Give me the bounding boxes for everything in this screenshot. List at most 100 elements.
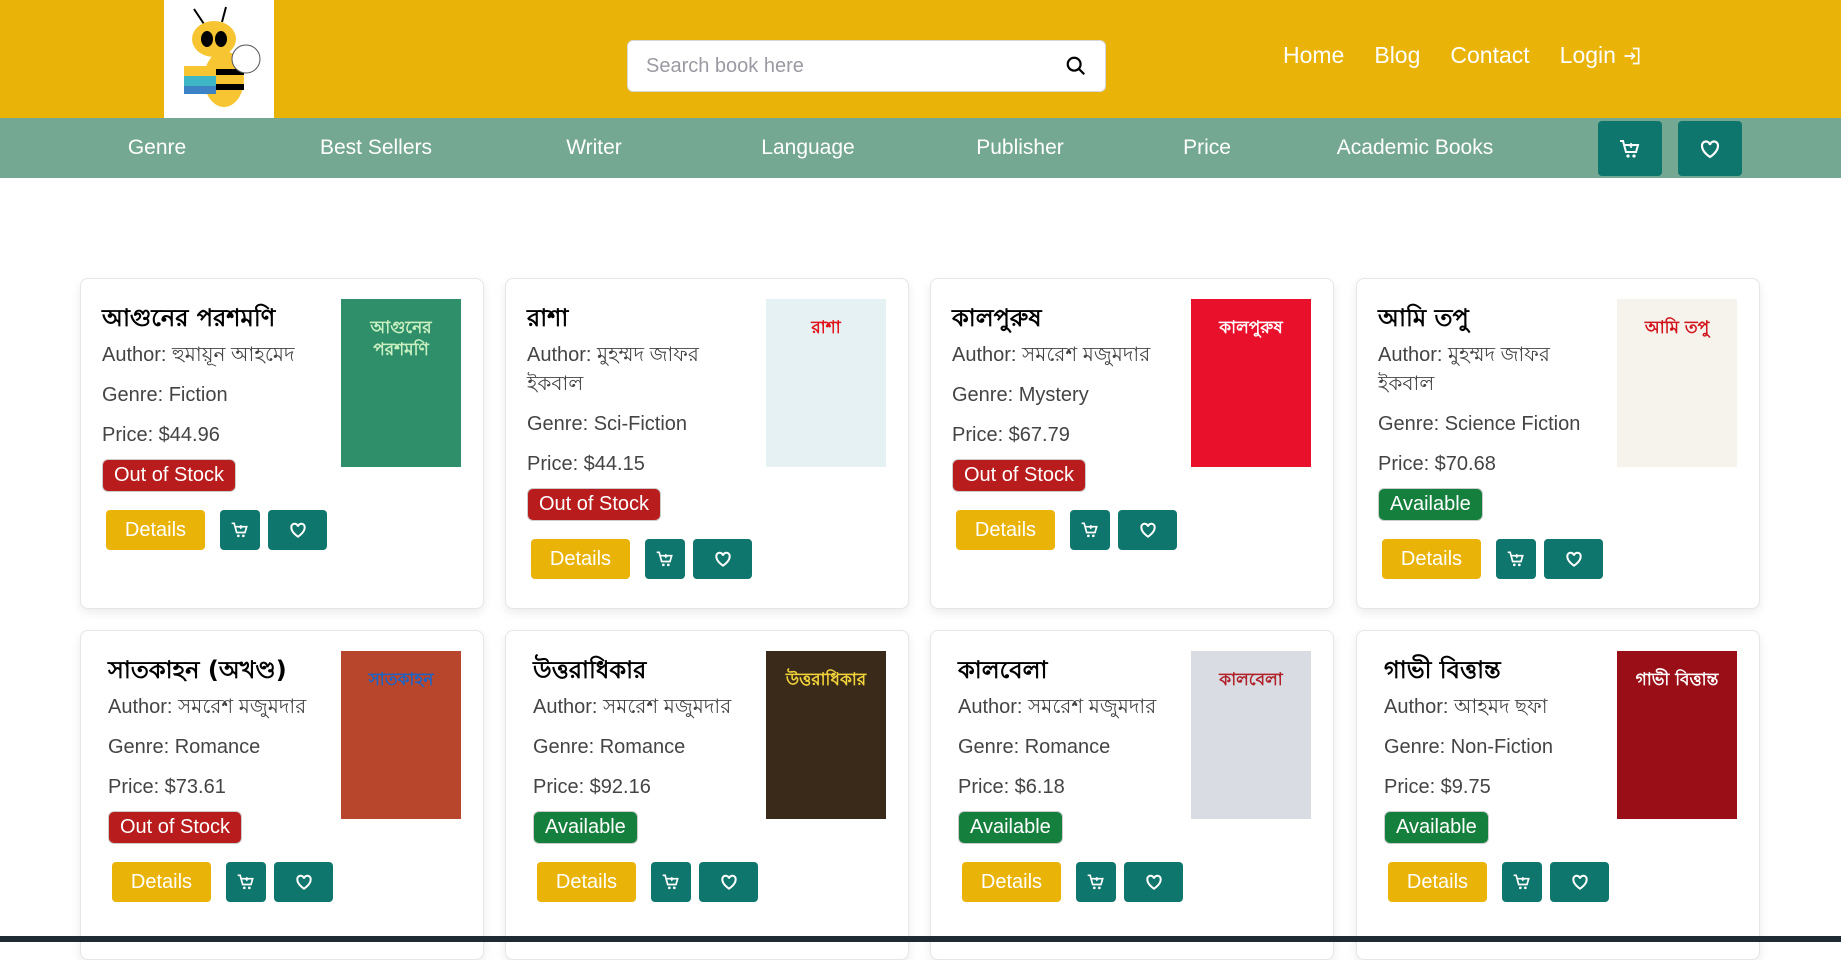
book-cover-image[interactable]: রাশা <box>766 299 886 467</box>
book-cover-image[interactable]: সাতকাহন <box>341 651 461 819</box>
details-button[interactable]: Details <box>1382 539 1481 579</box>
heart-icon <box>720 874 737 890</box>
book-title[interactable]: সাতকাহন (অখণ্ড) <box>108 653 333 687</box>
book-genre: Genre: Romance <box>533 736 686 758</box>
details-button[interactable]: Details <box>956 510 1055 550</box>
add-to-cart-button[interactable] <box>1076 862 1117 902</box>
add-to-wishlist-button[interactable] <box>1118 510 1177 550</box>
cover-title: রাশা <box>811 318 841 338</box>
book-author: Author: মুহম্মদ জাফর ইকবাল <box>1378 344 1550 395</box>
book-genre: Genre: Fiction <box>102 384 228 406</box>
book-genre: Genre: Sci-Fiction <box>527 413 688 435</box>
search-bar[interactable] <box>627 40 1106 92</box>
add-to-cart-button[interactable] <box>645 539 686 579</box>
book-cover-image[interactable]: আমি তপু <box>1617 299 1737 467</box>
book-price: Price: $44.96 <box>102 424 220 446</box>
search-input[interactable] <box>646 54 1065 78</box>
book-cover-image[interactable]: গাভী বিত্তান্ত <box>1617 651 1737 819</box>
stock-status-badge: Out of Stock <box>102 459 237 492</box>
logo[interactable] <box>164 0 274 118</box>
add-to-cart-button[interactable] <box>226 862 267 902</box>
book-author: Author: সমরেশ মজুমদার <box>108 696 307 718</box>
nav-item-best-sellers[interactable]: Best Sellers <box>320 136 432 160</box>
add-to-wishlist-button[interactable] <box>693 539 752 579</box>
book-title[interactable]: কালপুরুষ <box>952 301 1177 335</box>
book-genre: Genre: Romance <box>958 736 1111 758</box>
book-genre: Genre: Non-Fiction <box>1384 736 1553 758</box>
nav-item-writer[interactable]: Writer <box>566 136 622 160</box>
add-to-wishlist-button[interactable] <box>699 862 758 902</box>
search-icon[interactable] <box>1065 55 1087 77</box>
nav-item-language[interactable]: Language <box>761 136 854 160</box>
nav-blog-link[interactable]: Blog <box>1374 42 1420 69</box>
stock-status-badge: Available <box>1378 488 1483 521</box>
book-cover-image[interactable]: কালবেলা <box>1191 651 1311 819</box>
book-title[interactable]: কালবেলা <box>958 653 1183 687</box>
stock-status-badge: Out of Stock <box>527 488 662 521</box>
cover-title: কালবেলা <box>1219 670 1283 690</box>
book-title[interactable]: রাশা <box>527 301 752 335</box>
book-genre: Genre: Romance <box>108 736 261 758</box>
book-title[interactable]: উত্তরাধিকার <box>533 653 758 687</box>
details-button[interactable]: Details <box>537 862 636 902</box>
add-to-cart-button[interactable] <box>1070 510 1111 550</box>
book-card: গাভী বিত্তান্ত Author: আহমদ ছফা Genre: Non… <box>1356 630 1760 960</box>
stock-status-badge: Out of Stock <box>108 811 243 844</box>
stock-status-badge: Available <box>1384 811 1489 844</box>
add-to-cart-button[interactable] <box>1502 862 1543 902</box>
add-to-wishlist-button[interactable] <box>1124 862 1183 902</box>
book-cover-image[interactable]: আগুনের পরশমণি <box>341 299 461 467</box>
cart-icon <box>231 522 248 538</box>
book-cover-image[interactable]: উত্তরাধিকার <box>766 651 886 819</box>
cart-icon <box>1087 874 1104 890</box>
wishlist-button[interactable] <box>1678 121 1742 176</box>
book-card: আমি তপু Author: মুহম্মদ জাফর ইকবাল Genre: … <box>1356 278 1760 609</box>
login-icon <box>1624 47 1640 64</box>
heart-icon <box>1700 139 1720 158</box>
login-label: Login <box>1559 42 1616 68</box>
cart-button[interactable] <box>1598 121 1662 176</box>
nav-item-genre[interactable]: Genre <box>128 136 186 160</box>
book-title[interactable]: গাভী বিত্তান্ত <box>1384 653 1609 687</box>
add-to-cart-button[interactable] <box>220 510 261 550</box>
add-to-cart-button[interactable] <box>1496 539 1537 579</box>
add-to-wishlist-button[interactable] <box>274 862 333 902</box>
stock-status-badge: Out of Stock <box>952 459 1087 492</box>
nav-item-academic-books[interactable]: Academic Books <box>1337 136 1493 160</box>
book-cover-image[interactable]: কালপুরুষ <box>1191 299 1311 467</box>
book-price: Price: $73.61 <box>108 776 226 798</box>
book-price: Price: $9.75 <box>1384 776 1491 798</box>
cart-icon <box>1507 551 1524 567</box>
book-price: Price: $67.79 <box>952 424 1070 446</box>
details-button[interactable]: Details <box>531 539 630 579</box>
details-button[interactable]: Details <box>106 510 205 550</box>
nav-login-link[interactable]: Login <box>1560 42 1642 69</box>
book-card: রাশা Author: মুহম্মদ জাফর ইকবাল Genre: Sci… <box>505 278 909 609</box>
cover-title: আমি তপু <box>1644 318 1710 338</box>
nav-item-price[interactable]: Price <box>1183 136 1231 160</box>
cover-title: গাভী বিত্তান্ত <box>1635 670 1719 690</box>
details-button[interactable]: Details <box>962 862 1061 902</box>
book-genre: Genre: Mystery <box>952 384 1089 406</box>
add-to-wishlist-button[interactable] <box>268 510 327 550</box>
details-button[interactable]: Details <box>112 862 211 902</box>
cart-icon <box>656 551 673 567</box>
add-to-wishlist-button[interactable] <box>1544 539 1603 579</box>
taskbar <box>0 936 1841 942</box>
add-to-wishlist-button[interactable] <box>1550 862 1609 902</box>
book-title[interactable]: আগুনের পরশমণি <box>102 301 327 335</box>
book-card: আগুনের পরশমণি Author: হুমায়ূন আহমেদ Genre… <box>80 278 484 609</box>
nav-contact-link[interactable]: Contact <box>1450 42 1529 69</box>
book-author: Author: সমরেশ মজুমদার <box>952 344 1151 366</box>
add-to-cart-button[interactable] <box>651 862 692 902</box>
cart-icon <box>662 874 679 890</box>
book-price: Price: $6.18 <box>958 776 1065 798</box>
stock-status-badge: Available <box>958 811 1063 844</box>
cover-title: উত্তরাধিকার <box>785 670 867 690</box>
book-author: Author: আহমদ ছফা <box>1384 696 1548 718</box>
details-button[interactable]: Details <box>1388 862 1487 902</box>
book-title[interactable]: আমি তপু <box>1378 301 1603 335</box>
book-price: Price: $70.68 <box>1378 453 1496 475</box>
nav-home-link[interactable]: Home <box>1283 42 1344 69</box>
nav-item-publisher[interactable]: Publisher <box>976 136 1064 160</box>
